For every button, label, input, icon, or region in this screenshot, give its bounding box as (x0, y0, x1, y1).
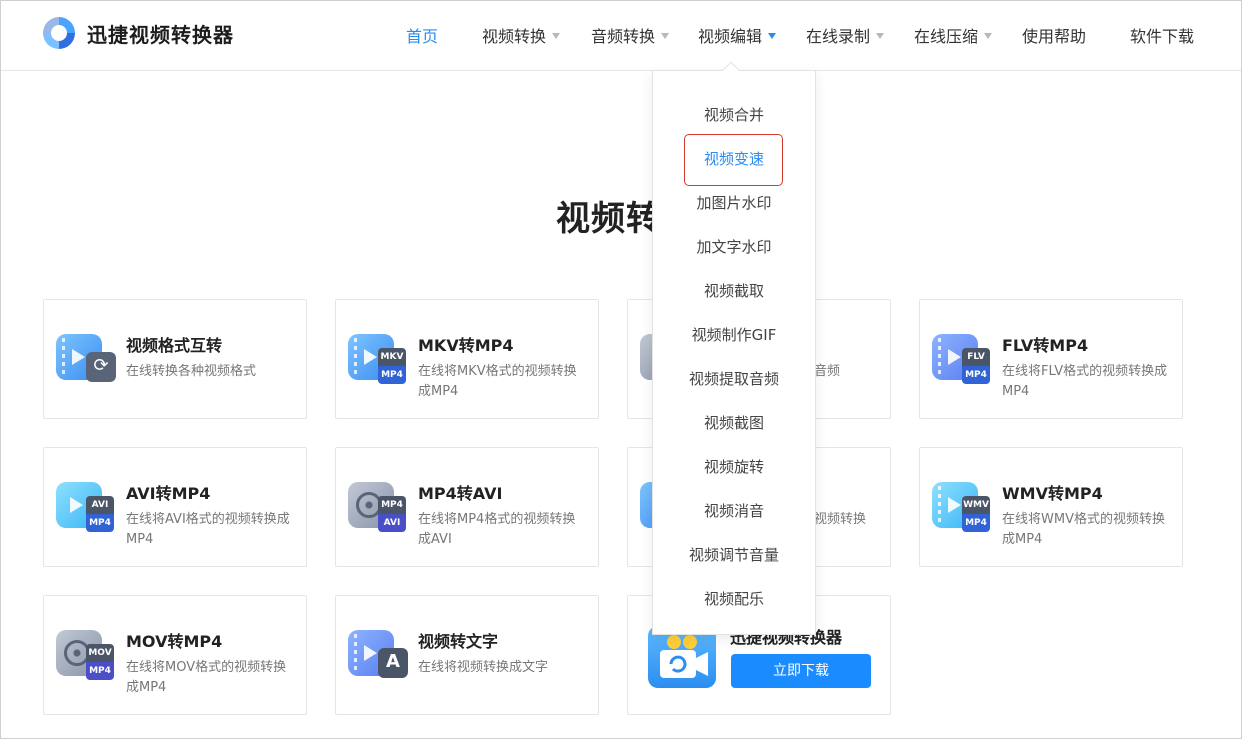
tool-card-format-convert[interactable]: ⟳ 视频格式互转 在线转换各种视频格式 (43, 299, 307, 419)
badge-to: MP4 (962, 514, 990, 532)
nav-label: 视频转换 (482, 27, 547, 46)
nav-label: 在线压缩 (914, 27, 979, 46)
menu-item-text-watermark[interactable]: 加文字水印 (653, 233, 815, 261)
badge-from: MOV (86, 644, 114, 662)
nav-download[interactable]: 软件下载 (1130, 23, 1194, 47)
menu-item-video-gif[interactable]: 视频制作GIF (653, 321, 815, 349)
menu-item-rotate[interactable]: 视频旋转 (653, 453, 815, 481)
card-title: AVI转MP4 (126, 484, 211, 503)
nav-home[interactable]: 首页 (406, 23, 438, 47)
tool-card-wmv-mp4[interactable]: WMV MP4 WMV转MP4 在线将WMV格式的视频转换成MP4 (919, 447, 1183, 567)
tool-card-mov-mp4[interactable]: MOV MP4 MOV转MP4 在线将MOV格式的视频转换成MP4 (43, 595, 307, 715)
badge-to: MP4 (378, 366, 406, 384)
tool-card-mkv-mp4[interactable]: MKV MP4 MKV转MP4 在线将MKV格式的视频转换成MP4 (335, 299, 599, 419)
mkv-to-mp4-icon: MKV MP4 (348, 334, 406, 384)
download-now-button[interactable]: 立即下载 (731, 654, 871, 688)
badge-from: AVI (86, 496, 114, 514)
nav-online-record[interactable]: 在线录制 (806, 23, 885, 47)
nav-help[interactable]: 使用帮助 (1022, 23, 1086, 47)
nav-label: 软件下载 (1130, 27, 1195, 46)
app-icon (648, 626, 716, 688)
card-title: MOV转MP4 (126, 632, 223, 651)
brand-name: 迅捷视频转换器 (87, 22, 234, 47)
card-desc: 在线将WMV格式的视频转换成MP4 (1002, 512, 1165, 547)
focus-highlight (684, 134, 783, 186)
nav-label: 视频编辑 (698, 27, 763, 46)
badge-to: MP4 (962, 366, 990, 384)
badge-from: MKV (378, 348, 406, 366)
format-convert-icon: ⟳ (56, 334, 116, 384)
badge-to: MP4 (86, 514, 114, 532)
card-title: WMV转MP4 (1002, 484, 1103, 503)
card-title: 视频格式互转 (126, 336, 223, 355)
nav-video-edit[interactable]: 视频编辑 (698, 23, 777, 47)
chevron-down-icon (552, 33, 561, 39)
badge-from: WMV (962, 496, 990, 514)
card-title: FLV转MP4 (1002, 336, 1089, 355)
chevron-down-icon (984, 33, 993, 39)
card-desc: 视频转换 (814, 512, 867, 527)
avi-to-mp4-icon: AVI MP4 (56, 482, 114, 532)
tool-card-video-text[interactable]: A 视频转文字 在线将视频转换成文字 (335, 595, 599, 715)
card-desc: 在线转换各种视频格式 (126, 364, 257, 379)
video-edit-dropdown: 视频合并 视频变速 加图片水印 加文字水印 视频截取 视频制作GIF 视频提取音… (652, 61, 816, 635)
card-title: 视频转文字 (418, 632, 499, 651)
tool-card-mp4-avi[interactable]: MP4 AVI MP4转AVI 在线将MP4格式的视频转换成AVI (335, 447, 599, 567)
card-desc: 在线将MOV格式的视频转换成MP4 (126, 660, 287, 695)
nav-label: 音频转换 (591, 27, 656, 46)
nav-audio-convert[interactable]: 音频转换 (591, 23, 670, 47)
menu-item-screenshot[interactable]: 视频截图 (653, 409, 815, 437)
card-title: MKV转MP4 (418, 336, 514, 355)
nav-video-convert[interactable]: 视频转换 (482, 23, 561, 47)
wmv-to-mp4-icon: WMV MP4 (932, 482, 990, 532)
flv-to-mp4-icon: FLV MP4 (932, 334, 990, 384)
chevron-down-icon (661, 33, 670, 39)
video-to-text-icon: A (348, 630, 408, 680)
menu-item-video-merge[interactable]: 视频合并 (653, 101, 815, 129)
page-title: 视频转 (556, 199, 661, 239)
badge-from: MP4 (378, 496, 406, 514)
tool-card-flv-mp4[interactable]: FLV MP4 FLV转MP4 在线将FLV格式的视频转换成MP4 (919, 299, 1183, 419)
mp4-to-avi-icon: MP4 AVI (348, 482, 406, 532)
card-desc: 在线将MKV格式的视频转换成MP4 (418, 364, 577, 399)
menu-item-extract-audio[interactable]: 视频提取音频 (653, 365, 815, 393)
chevron-down-icon (876, 33, 885, 39)
nav-label: 在线录制 (806, 27, 871, 46)
nav-label: 首页 (406, 27, 439, 46)
top-header: 迅捷视频转换器 首页 视频转换 音频转换 视频编辑 在线录制 在线压缩 使用帮助… (1, 1, 1241, 71)
card-desc: 在线将视频转换成文字 (418, 660, 549, 675)
menu-item-video-clip[interactable]: 视频截取 (653, 277, 815, 305)
chevron-down-icon (768, 33, 777, 39)
menu-item-music[interactable]: 视频配乐 (653, 585, 815, 613)
badge-to: AVI (378, 514, 406, 532)
card-desc: 在线将FLV格式的视频转换成MP4 (1002, 364, 1168, 399)
card-title: MP4转AVI (418, 484, 503, 503)
badge-to: MP4 (86, 662, 114, 680)
nav-online-compress[interactable]: 在线压缩 (914, 23, 993, 47)
badge-from: FLV (962, 348, 990, 366)
mov-to-mp4-icon: MOV MP4 (56, 630, 114, 680)
card-desc: 在线将MP4格式的视频转换成AVI (418, 512, 576, 547)
nav-label: 使用帮助 (1022, 27, 1087, 46)
menu-item-mute[interactable]: 视频消音 (653, 497, 815, 525)
menu-item-volume[interactable]: 视频调节音量 (653, 541, 815, 569)
menu-item-image-watermark[interactable]: 加图片水印 (653, 189, 815, 217)
brand-logo[interactable]: 迅捷视频转换器 (41, 15, 234, 51)
card-desc: 在线将AVI格式的视频转换成MP4 (126, 512, 290, 547)
logo-icon (43, 17, 75, 49)
tool-card-avi-mp4[interactable]: AVI MP4 AVI转MP4 在线将AVI格式的视频转换成MP4 (43, 447, 307, 567)
